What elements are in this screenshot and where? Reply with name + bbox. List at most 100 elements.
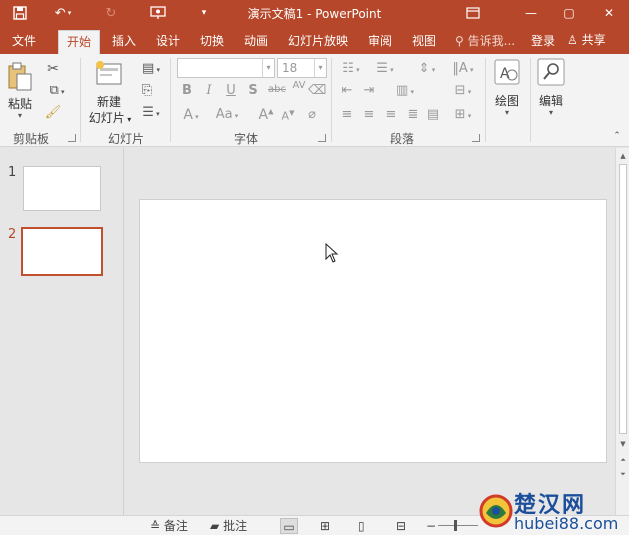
zoom-slider-handle[interactable] <box>454 520 457 531</box>
minimize-button[interactable]: — <box>516 0 546 26</box>
clipboard-group-label: 剪贴板 <box>12 132 49 146</box>
paste-icon[interactable] <box>6 62 34 95</box>
paste-dropdown-icon[interactable]: ▾ <box>14 112 26 120</box>
reading-view-icon[interactable]: ▯ <box>358 518 374 534</box>
align-text-icon[interactable]: ⊟ ▾ <box>448 84 478 97</box>
new-slide-dropdown[interactable]: 幻灯片 ▾ <box>84 109 136 126</box>
powerpoint-window: ↶ ▾ ↻ ▾ 演示文稿1 - PowerPoint — ▢ ✕ 文件 开始 插入… <box>0 0 629 535</box>
bullets-icon[interactable]: ☷ ▾ <box>338 62 364 75</box>
font-color-icon[interactable]: A ▾ <box>180 108 202 122</box>
notes-button[interactable]: ≙ 备注 <box>150 518 188 534</box>
zoom-out-icon[interactable]: − <box>426 518 436 534</box>
share-button[interactable]: ♙ 共享 <box>567 29 627 51</box>
layout-icon[interactable]: ▤ ▾ <box>138 62 164 75</box>
new-slide-icon[interactable] <box>94 60 124 91</box>
next-slide-icon[interactable]: ⏷ <box>616 468 629 480</box>
current-slide-canvas[interactable] <box>139 199 607 463</box>
close-button[interactable]: ✕ <box>594 0 624 26</box>
tell-me-text: 告诉我... <box>467 34 516 48</box>
slide-sorter-icon[interactable]: ⊞ <box>320 518 336 534</box>
collapse-ribbon-icon[interactable]: ⌃ <box>610 132 624 141</box>
align-center-icon[interactable]: ≡ <box>362 108 376 121</box>
grow-font-icon[interactable]: A▲ <box>258 108 274 122</box>
decrease-indent-icon[interactable]: ⇤ <box>338 84 356 97</box>
tab-slide-show[interactable]: 幻灯片放映 <box>280 30 356 54</box>
tab-transitions[interactable]: 切换 <box>192 30 232 54</box>
smartart-icon[interactable]: ⊞ ▾ <box>448 108 478 121</box>
zoom-slider[interactable] <box>438 525 478 526</box>
shrink-font-icon[interactable]: A▼ <box>280 110 296 122</box>
paste-label[interactable]: 粘贴 <box>4 95 36 112</box>
tab-home[interactable]: 开始 <box>58 30 100 54</box>
lightbulb-icon: ⚲ <box>455 34 464 48</box>
clear-formatting-icon[interactable]: ⌫ <box>308 84 326 97</box>
drawing-icon[interactable]: A <box>492 58 522 89</box>
paragraph-launcher-icon[interactable] <box>472 134 480 142</box>
cut-icon[interactable]: ✂ <box>44 62 62 76</box>
slide-number-1: 1 <box>8 165 17 180</box>
increase-indent-icon[interactable]: ⇥ <box>360 84 378 97</box>
editing-dropdown-icon[interactable]: ▾ <box>544 109 558 117</box>
sign-in-link[interactable]: 登录 <box>531 30 555 52</box>
tab-view[interactable]: 视图 <box>404 30 444 54</box>
chevron-down-icon: ▾ <box>314 59 326 77</box>
font-name-combo[interactable]: ▾ <box>177 58 275 78</box>
section-icon[interactable]: ☰ ▾ <box>138 106 164 119</box>
character-spacing-icon[interactable]: AV <box>290 81 308 91</box>
tab-file[interactable]: 文件 <box>4 30 44 54</box>
bold-icon[interactable]: B <box>180 84 194 97</box>
comments-button[interactable]: ▰ 批注 <box>210 518 247 534</box>
align-left-icon[interactable]: ≡ <box>340 108 354 121</box>
separator <box>170 58 171 142</box>
scroll-up-icon[interactable]: ▲ <box>616 150 629 162</box>
watermark-logo: 楚汉网 hubei88.com <box>478 487 628 535</box>
format-painter-icon[interactable]: 🖌 <box>44 106 62 119</box>
text-direction-icon[interactable]: ‖A ▾ <box>448 62 478 75</box>
new-slide-label[interactable]: 新建 <box>88 93 130 110</box>
tab-insert[interactable]: 插入 <box>104 30 144 54</box>
search-icon[interactable] <box>537 58 565 89</box>
separator <box>530 58 531 142</box>
highlight-icon[interactable]: ⌀ <box>302 108 322 121</box>
editing-label[interactable]: 编辑 <box>533 92 569 109</box>
justify-icon[interactable]: ≣ <box>406 108 420 121</box>
distributed-icon[interactable]: ▤ <box>426 108 440 121</box>
slide-thumbnail-1[interactable] <box>23 166 101 211</box>
line-spacing-icon[interactable]: ⇕ ▾ <box>414 62 440 75</box>
change-case-icon[interactable]: Aa ▾ <box>212 108 242 121</box>
italic-icon[interactable]: I <box>202 84 216 97</box>
scroll-down-icon[interactable]: ▼ <box>616 438 629 450</box>
slide-number-2: 2 <box>8 227 17 242</box>
reset-icon[interactable]: ⎘ <box>138 84 156 97</box>
share-label: 共享 <box>581 33 606 47</box>
tab-design[interactable]: 设计 <box>148 30 188 54</box>
numbering-icon[interactable]: ☰ ▾ <box>372 62 398 75</box>
font-size-combo[interactable]: 18 ▾ <box>277 58 327 78</box>
align-right-icon[interactable]: ≡ <box>384 108 398 121</box>
vertical-scrollbar[interactable]: ▲ ▼ ⏶ ⏷ <box>615 148 629 515</box>
ribbon-home: 粘贴 ▾ ✂ ⧉ ▾ 🖌 剪贴板 新建 幻灯片 ▾ ▤ ▾ ⎘ ☰ ▾ 幻灯片 … <box>0 54 629 147</box>
font-launcher-icon[interactable] <box>318 134 326 142</box>
shadow-icon[interactable]: S <box>246 84 260 97</box>
columns-icon[interactable]: ▥ ▾ <box>392 84 418 97</box>
underline-icon[interactable]: U <box>224 84 238 97</box>
previous-slide-icon[interactable]: ⏶ <box>616 454 629 466</box>
drawing-dropdown-icon[interactable]: ▾ <box>500 109 514 117</box>
tell-me-box[interactable]: ⚲ 告诉我... <box>455 30 515 52</box>
strikethrough-icon[interactable]: abc <box>266 85 288 95</box>
clipboard-launcher-icon[interactable] <box>68 134 76 142</box>
person-icon: ♙ <box>567 33 578 47</box>
slide-show-icon[interactable]: ⊟ <box>396 518 412 534</box>
scroll-thumb[interactable] <box>619 164 627 434</box>
font-group-label: 字体 <box>233 132 258 146</box>
normal-view-icon[interactable]: ▭ <box>280 518 298 534</box>
drawing-label[interactable]: 绘图 <box>489 92 525 109</box>
tab-review[interactable]: 审阅 <box>360 30 400 54</box>
slide-editing-pane <box>125 148 615 515</box>
slide-thumbnail-2[interactable] <box>21 227 103 276</box>
copy-icon[interactable]: ⧉ ▾ <box>42 84 72 97</box>
restore-button[interactable]: ▢ <box>554 0 584 26</box>
ribbon-display-options-icon[interactable] <box>458 0 488 26</box>
tab-animations[interactable]: 动画 <box>236 30 276 54</box>
separator <box>485 58 486 142</box>
